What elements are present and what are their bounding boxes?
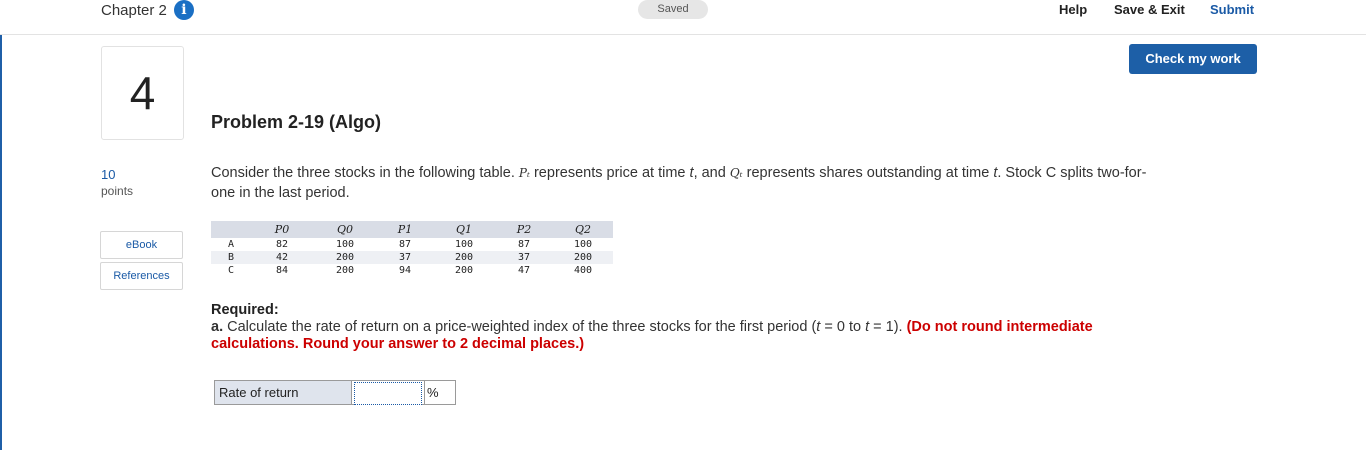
table-cell: 200 <box>454 265 474 276</box>
table-cell: 37 <box>495 251 553 264</box>
table-cell: C <box>227 265 235 276</box>
question-number: 4 <box>101 46 184 140</box>
table-cell: 37 <box>377 251 433 264</box>
table-cell: 82 <box>275 239 289 250</box>
points-label: points <box>101 184 134 198</box>
table-header-cell: Q1 <box>433 221 495 238</box>
chapter-heading: Chapter 2 i <box>101 0 194 20</box>
ebook-button[interactable]: eBook <box>100 231 183 259</box>
stocks-table: P0 Q0 P1 Q1 P2 Q2 A 82 100 87 100 87 100… <box>211 221 613 277</box>
required-part-a: a. Calculate the rate of return on a pri… <box>211 319 1093 352</box>
table-header-cell: P1 <box>377 221 433 238</box>
info-icon[interactable]: i <box>173 0 194 20</box>
table-cell: 100 <box>454 239 474 250</box>
table-cell: 100 <box>335 239 355 250</box>
percent-unit: % <box>424 381 455 404</box>
required-heading: Required: <box>211 302 279 318</box>
top-bar: Chapter 2 i Saved Help Save & Exit Submi… <box>0 0 1366 35</box>
problem-title: Problem 2-19 (Algo) <box>211 112 382 132</box>
left-accent-bar <box>0 0 2 450</box>
table-cell: A <box>227 239 235 250</box>
check-my-work-button[interactable]: Check my work <box>1129 44 1257 74</box>
table-cell: 42 <box>251 251 313 264</box>
table-row: C 84 200 94 200 47 400 <box>211 264 613 277</box>
table-cell: 400 <box>573 265 593 276</box>
table-header-cell: P0 <box>251 221 313 238</box>
answer-row: Rate of return % <box>214 380 456 405</box>
saved-status-badge: Saved <box>638 0 708 19</box>
table-cell: 200 <box>553 251 613 264</box>
rate-of-return-input[interactable] <box>354 382 422 405</box>
help-link[interactable]: Help <box>1059 2 1087 17</box>
table-header-cell: Q2 <box>553 221 613 238</box>
submit-link[interactable]: Submit <box>1210 2 1254 17</box>
table-cell: 87 <box>398 239 412 250</box>
table-row: B 42 200 37 200 37 200 <box>211 251 613 264</box>
table-header-cell: Q0 <box>313 221 377 238</box>
table-row: A 82 100 87 100 87 100 <box>211 238 613 251</box>
required-section: Required: a. Calculate the rate of retur… <box>211 302 1111 353</box>
table-cell: 84 <box>275 265 289 276</box>
table-cell: 200 <box>335 265 355 276</box>
table-cell: 200 <box>313 251 377 264</box>
table-cell: 94 <box>398 265 412 276</box>
table-cell: 200 <box>433 251 495 264</box>
table-cell: B <box>211 251 251 264</box>
table-header-cell <box>211 221 251 238</box>
table-header-row: P0 Q0 P1 Q1 P2 Q2 <box>211 221 613 238</box>
table-cell: 87 <box>517 239 531 250</box>
problem-prompt: Consider the three stocks in the followi… <box>211 165 1147 201</box>
points-value: 10 <box>101 167 116 182</box>
table-cell: 47 <box>517 265 531 276</box>
table-header-cell: P2 <box>495 221 553 238</box>
references-button[interactable]: References <box>100 262 183 290</box>
table-cell: 100 <box>573 239 593 250</box>
rate-of-return-label: Rate of return <box>215 381 352 404</box>
save-exit-link[interactable]: Save & Exit <box>1114 2 1185 17</box>
chapter-label: Chapter 2 <box>101 1 167 19</box>
